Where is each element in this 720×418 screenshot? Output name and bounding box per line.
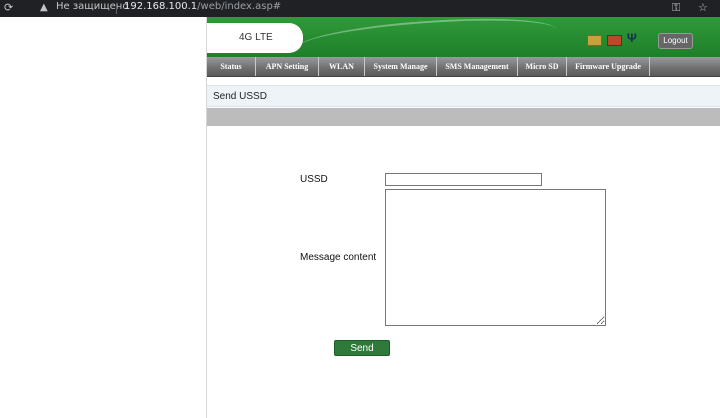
menu-item-sms-management[interactable]: SMS Management [437,57,518,76]
menu-item-apn-setting[interactable]: APN Setting [256,57,319,76]
address-separator [116,3,117,14]
warning-triangle-icon[interactable]: ▲ [40,0,48,17]
menu-item-status[interactable]: Status [207,57,256,76]
signal-icon: Ψ [627,31,637,45]
security-status[interactable]: Не защищено [56,1,128,12]
page-title: Send USSD [207,85,720,107]
header-banner: 4G LTE Router Ψ Logout [207,11,720,73]
menu-item-wlan[interactable]: WLAN [319,57,365,76]
main-menu: Status APN Setting WLAN System Manage SM… [207,57,720,77]
menu-item-system-manage[interactable]: System Manage [365,57,437,76]
ussd-label: USSD [300,174,328,185]
brand-logo: 4G LTE Router [207,23,303,73]
menu-item-firmware-upgrade[interactable]: Firmware Upgrade [567,57,650,76]
browser-address-bar: ⟳ ▲ Не защищено 192.168.100.1/web/index.… [0,0,720,17]
reload-icon[interactable]: ⟳ [4,0,13,17]
url-host: 192.168.100.1 [124,1,198,12]
message-content-label: Message content [300,252,377,263]
message-content-textarea[interactable] [385,189,606,326]
star-icon[interactable]: ☆ [698,0,708,17]
key-icon[interactable]: ⚿ [672,0,680,17]
logout-button[interactable]: Logout [658,33,693,49]
mail-icon[interactable] [587,35,602,46]
menu-item-micro-sd[interactable]: Micro SD [518,57,567,76]
section-divider-band [207,108,720,126]
sms-unread-icon[interactable] [607,35,622,46]
empty-left-pane [0,17,206,418]
router-web-app: 4G LTE Router Ψ Logout Status APN Settin… [206,11,720,418]
send-button[interactable]: Send [334,340,390,356]
url-path: /web/index.asp# [197,1,282,12]
url-field[interactable]: 192.168.100.1/web/index.asp# [124,1,281,12]
ussd-input[interactable] [385,173,542,186]
